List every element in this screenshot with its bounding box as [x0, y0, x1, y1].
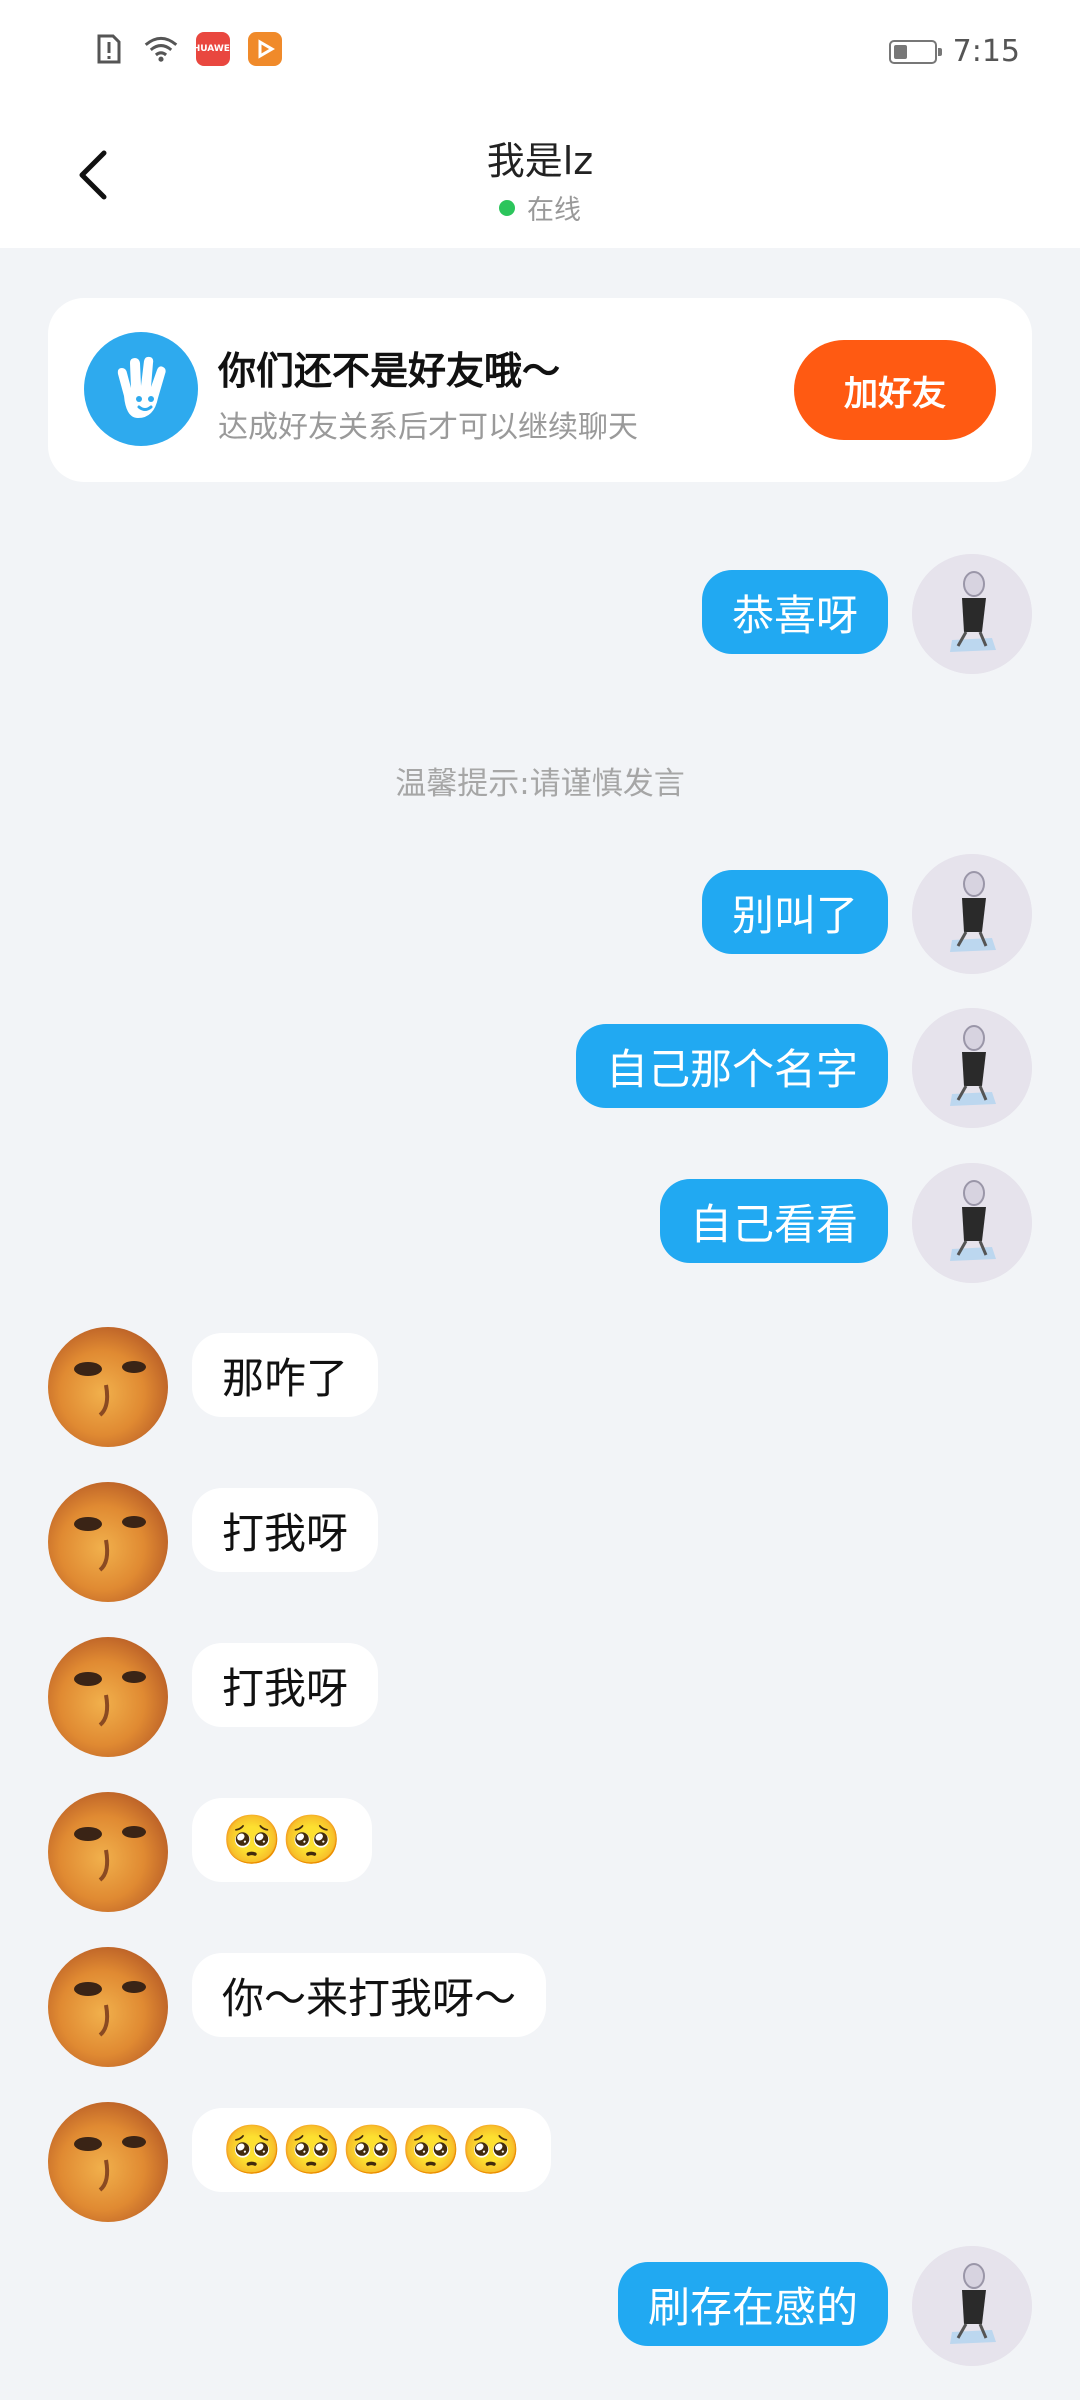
- emoji-message-bubble[interactable]: 🥺🥺: [192, 1798, 372, 1882]
- message-bubble[interactable]: 打我呀: [192, 1643, 379, 1727]
- card-subtitle: 达成好友关系后才可以继续聊天: [218, 410, 638, 445]
- anime-character-avatar-icon: [912, 2246, 1032, 2366]
- chat-header: 我是lz 在线: [0, 100, 1080, 248]
- battery-icon: [888, 39, 942, 64]
- message-bubble[interactable]: 别叫了: [701, 870, 888, 954]
- online-status: 在线: [0, 188, 1080, 227]
- message-bubble[interactable]: 自己那个名字: [575, 1024, 888, 1108]
- battery-level: [893, 44, 907, 59]
- system-tip: 温馨提示:请谨慎发言: [395, 766, 685, 802]
- message-bubble[interactable]: 打我呀: [192, 1488, 379, 1572]
- clock: 7:15: [952, 34, 1020, 69]
- huawei-app-icon: HUAWEI: [193, 32, 233, 66]
- face-photo-avatar-icon: [74, 1361, 146, 1417]
- chat-title: 我是lz: [486, 139, 594, 183]
- huawei-badge-label: HUAWEI: [192, 44, 234, 54]
- message-bubble[interactable]: 那咋了: [192, 1333, 379, 1417]
- face-photo-avatar-icon: [74, 1671, 146, 1727]
- face-photo-avatar-icon: [74, 1516, 146, 1572]
- anime-character-avatar-icon: [912, 1008, 1032, 1128]
- contact-avatar[interactable]: [48, 1327, 168, 1447]
- contact-avatar[interactable]: [48, 1792, 168, 1912]
- not-friend-card: 你们还不是好友哦～ 达成好友关系后才可以继续聊天 加好友: [48, 298, 1032, 482]
- self-avatar[interactable]: [912, 1163, 1032, 1283]
- message-bubble[interactable]: 你～来打我呀～: [192, 1953, 547, 2037]
- face-photo-avatar-icon: [74, 1981, 146, 2037]
- emoji-message-bubble[interactable]: 🥺🥺🥺🥺🥺: [192, 2108, 551, 2192]
- contact-avatar[interactable]: [48, 1637, 168, 1757]
- anime-character-avatar-icon: [912, 854, 1032, 974]
- self-avatar[interactable]: [912, 1008, 1032, 1128]
- hand-wave-icon: [84, 332, 198, 446]
- message-bubble[interactable]: 刷存在感的: [617, 2262, 888, 2346]
- anime-character-avatar-icon: [912, 554, 1032, 674]
- self-avatar[interactable]: [912, 554, 1032, 674]
- sim-alert-icon: [92, 32, 126, 66]
- face-photo-avatar-icon: [74, 1826, 146, 1882]
- contact-avatar[interactable]: [48, 2102, 168, 2222]
- face-photo-avatar-icon: [74, 2136, 146, 2192]
- add-friend-button[interactable]: 加好友: [794, 340, 996, 440]
- anime-character-avatar-icon: [912, 1163, 1032, 1283]
- video-app-icon: [248, 32, 282, 66]
- online-status-label: 在线: [527, 195, 581, 226]
- online-dot-icon: [499, 199, 515, 216]
- wifi-icon: [144, 32, 178, 66]
- card-title: 你们还不是好友哦～: [218, 349, 561, 393]
- message-bubble[interactable]: 自己看看: [659, 1179, 888, 1263]
- status-bar: HUAWEI 7:15: [0, 0, 1080, 100]
- status-icons: HUAWEI: [92, 32, 282, 66]
- status-right: 7:15: [888, 34, 1020, 69]
- self-avatar[interactable]: [912, 2246, 1032, 2366]
- message-bubble[interactable]: 恭喜呀: [701, 570, 888, 654]
- contact-avatar[interactable]: [48, 1947, 168, 2067]
- self-avatar[interactable]: [912, 854, 1032, 974]
- contact-avatar[interactable]: [48, 1482, 168, 1602]
